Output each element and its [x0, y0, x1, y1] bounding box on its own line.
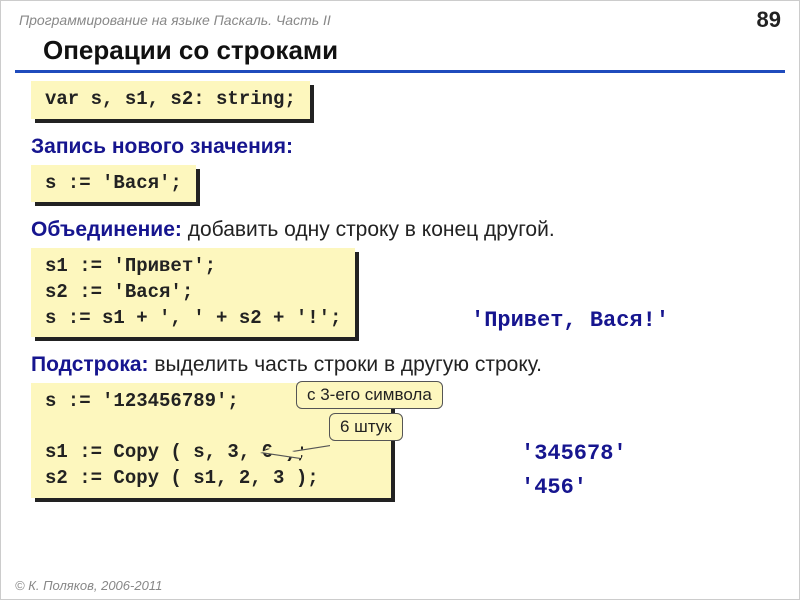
result-substr-1: '345678': [521, 441, 627, 466]
slide-content: var s, s1, s2: string; Запись нового зна…: [1, 81, 799, 523]
slide-title: Операции со строками: [15, 35, 785, 73]
callout-from-3rd: с 3-его символа: [296, 381, 443, 409]
heading-concat-desc: добавить одну строку в конец другой.: [182, 218, 555, 241]
footer-copyright: © К. Поляков, 2006-2011: [15, 578, 162, 593]
heading-substr-label: Подстрока:: [31, 353, 149, 376]
page-number: 89: [757, 7, 781, 33]
heading-substr: Подстрока: выделить часть строки в другу…: [31, 353, 777, 377]
result-concat: 'Привет, Вася!': [471, 308, 669, 333]
heading-concat-label: Объединение:: [31, 218, 182, 241]
callout-tail-icon: [293, 446, 331, 466]
course-title: Программирование на языке Паскаль. Часть…: [19, 12, 331, 28]
heading-assign: Запись нового значения:: [31, 135, 777, 159]
code-assign: s := 'Вася';: [31, 165, 196, 203]
result-substr-2: '456': [521, 475, 587, 500]
heading-concat: Объединение: добавить одну строку в коне…: [31, 218, 777, 242]
heading-substr-desc: выделить часть строки в другую строку.: [149, 353, 543, 376]
code-var-decl: var s, s1, s2: string;: [31, 81, 310, 119]
callout-6-pieces: 6 штук: [329, 413, 403, 441]
slide-header: Программирование на языке Паскаль. Часть…: [1, 1, 799, 35]
code-concat: s1 := 'Привет'; s2 := 'Вася'; s := s1 + …: [31, 248, 355, 337]
